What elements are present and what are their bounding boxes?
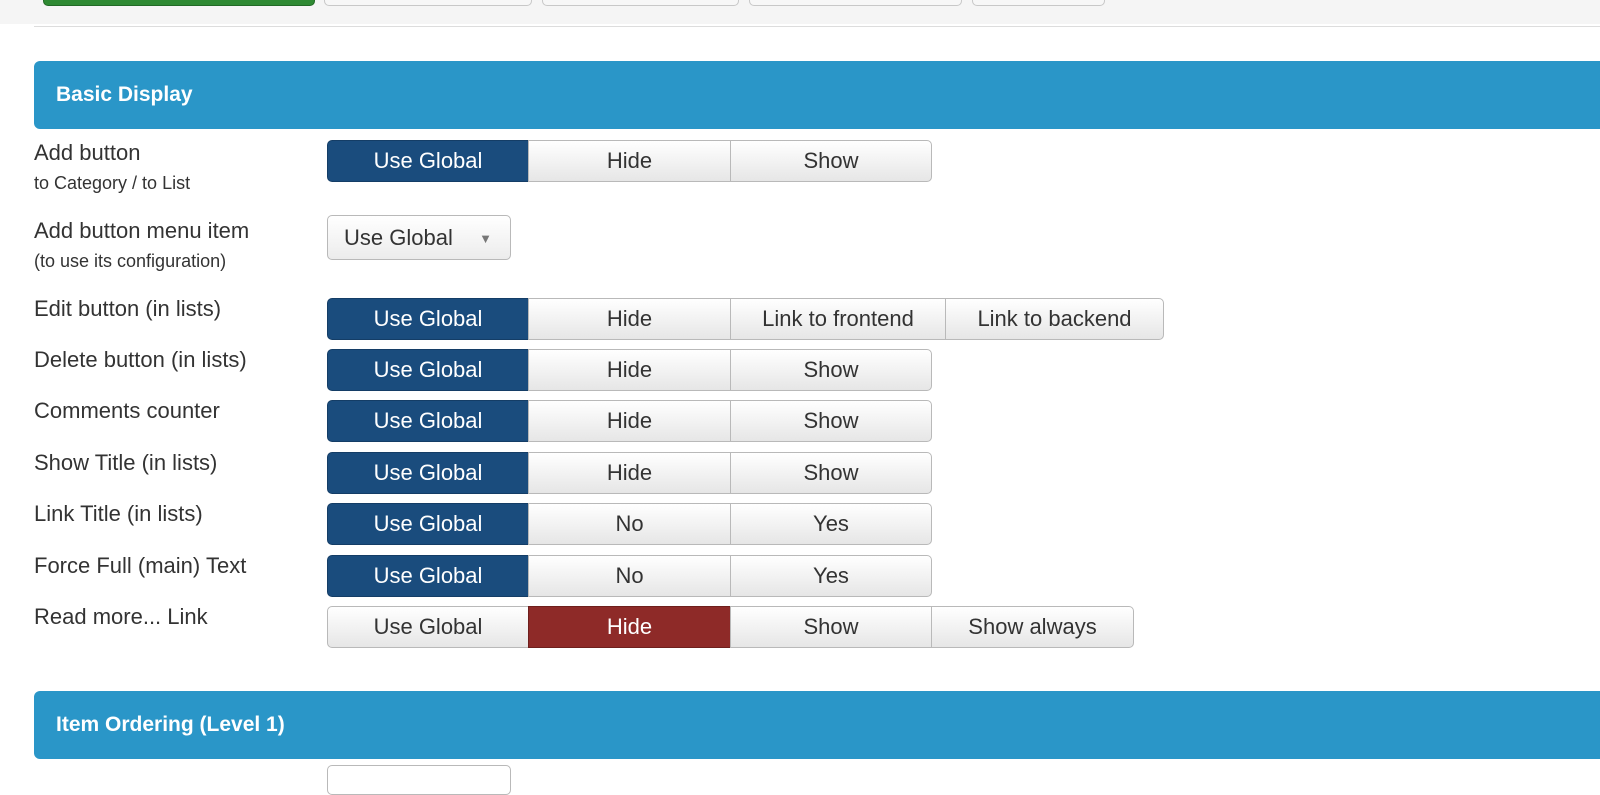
- select-value: Use Global: [344, 224, 453, 250]
- option-link-to-backend[interactable]: Link to backend: [945, 298, 1164, 340]
- section-title: Item Ordering (Level 1): [56, 713, 285, 736]
- field-label: Read more... Link: [34, 604, 208, 629]
- option-show[interactable]: Show: [730, 452, 932, 494]
- option-show[interactable]: Show: [730, 606, 932, 648]
- toolbar-button[interactable]: [324, 0, 532, 6]
- menu-item-select[interactable]: Use Global ▼: [327, 215, 511, 260]
- option-hide[interactable]: Hide: [528, 298, 731, 340]
- option-hide[interactable]: Hide: [528, 400, 731, 442]
- field-label: Force Full (main) Text: [34, 553, 247, 578]
- field-label: Show Title (in lists): [34, 450, 218, 475]
- section-header-basic-display[interactable]: Basic Display: [34, 61, 1600, 129]
- option-no[interactable]: No: [528, 555, 731, 597]
- ordering-select[interactable]: [327, 765, 511, 795]
- toolbar-button[interactable]: [972, 0, 1105, 6]
- option-yes[interactable]: Yes: [730, 555, 932, 597]
- option-hide[interactable]: Hide: [528, 606, 731, 648]
- option-link-to-frontend[interactable]: Link to frontend: [730, 298, 946, 340]
- option-use-global[interactable]: Use Global: [327, 400, 529, 442]
- toolbar: [0, 0, 1600, 24]
- option-show[interactable]: Show: [730, 140, 932, 182]
- option-use-global[interactable]: Use Global: [327, 298, 529, 340]
- option-use-global[interactable]: Use Global: [327, 349, 529, 391]
- option-hide[interactable]: Hide: [528, 349, 731, 391]
- option-show[interactable]: Show: [730, 400, 932, 442]
- field-label: Add button: [34, 140, 141, 165]
- toolbar-button[interactable]: [542, 0, 739, 6]
- section-header-item-ordering[interactable]: Item Ordering (Level 1): [34, 691, 1600, 759]
- caret-down-icon: ▼: [479, 231, 492, 246]
- field-sublabel: (to use its configuration): [34, 251, 227, 271]
- field-label: Link Title (in lists): [34, 501, 203, 526]
- delete-button-toggle-group: Use Global Hide Show: [327, 349, 932, 391]
- add-button-toggle-group: Use Global Hide Show: [327, 140, 932, 182]
- option-use-global[interactable]: Use Global: [327, 555, 529, 597]
- field-sublabel: to Category / to List: [34, 173, 191, 193]
- link-title-toggle-group: Use Global No Yes: [327, 503, 932, 545]
- comments-counter-toggle-group: Use Global Hide Show: [327, 400, 932, 442]
- field-label: Add button menu item: [34, 218, 250, 243]
- toolbar-save-button[interactable]: [43, 0, 315, 6]
- option-show[interactable]: Show: [730, 349, 932, 391]
- field-label: Delete button (in lists): [34, 347, 247, 372]
- divider: [34, 26, 1600, 27]
- option-hide[interactable]: Hide: [528, 452, 731, 494]
- field-label: Comments counter: [34, 398, 220, 423]
- option-no[interactable]: No: [528, 503, 731, 545]
- option-show-always[interactable]: Show always: [931, 606, 1134, 648]
- section-title: Basic Display: [56, 83, 193, 106]
- field-label: Edit button (in lists): [34, 296, 222, 321]
- option-use-global[interactable]: Use Global: [327, 140, 529, 182]
- option-use-global[interactable]: Use Global: [327, 503, 529, 545]
- force-full-text-toggle-group: Use Global No Yes: [327, 555, 932, 597]
- option-use-global[interactable]: Use Global: [327, 606, 529, 648]
- option-hide[interactable]: Hide: [528, 140, 731, 182]
- option-use-global[interactable]: Use Global: [327, 452, 529, 494]
- toolbar-button[interactable]: [749, 0, 962, 6]
- read-more-toggle-group: Use Global Hide Show Show always: [327, 606, 1134, 648]
- option-yes[interactable]: Yes: [730, 503, 932, 545]
- show-title-toggle-group: Use Global Hide Show: [327, 452, 932, 494]
- edit-button-toggle-group: Use Global Hide Link to frontend Link to…: [327, 298, 1164, 340]
